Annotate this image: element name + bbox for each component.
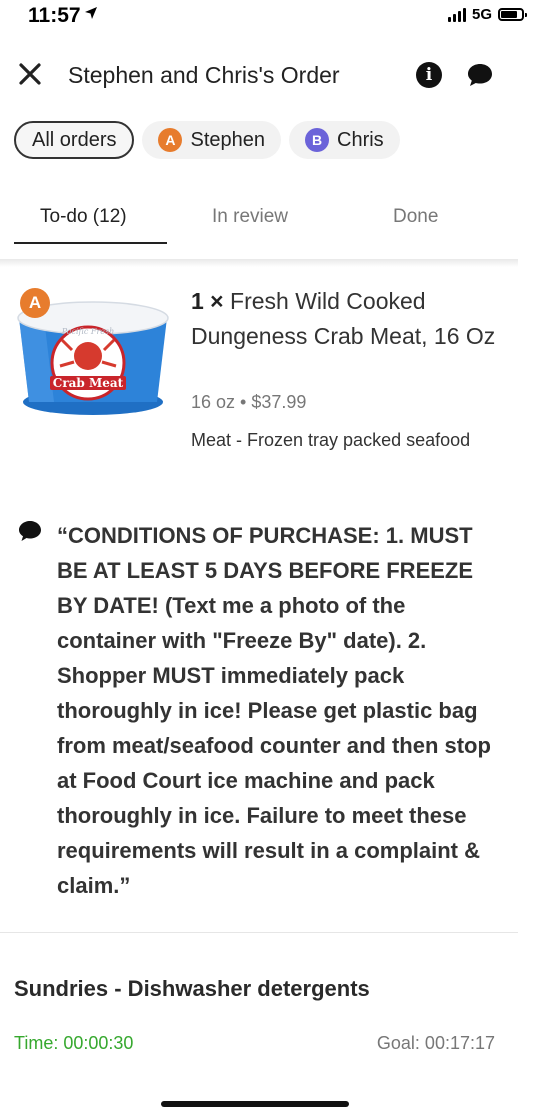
section-title: Sundries - Dishwasher detergents (14, 976, 370, 1001)
tab-to-do[interactable]: To-do (12) (40, 206, 127, 228)
active-tab-indicator (14, 242, 167, 244)
filter-label: All orders (32, 128, 117, 151)
item-size-price: 16 oz • $37.99 (191, 392, 307, 412)
filter-chris[interactable]: B Chris (289, 121, 400, 159)
page-title: Stephen and Chris's Order (68, 62, 340, 88)
shopper-filter-bar: All orders A Stephen B Chris (14, 121, 400, 161)
chat-icon[interactable] (466, 62, 494, 88)
home-indicator[interactable] (161, 1101, 349, 1107)
customer-note: “CONDITIONS OF PURCHASE: 1. MUST BE AT L… (57, 523, 491, 898)
item-category: Meat - Frozen tray packed seafood (191, 430, 471, 450)
product-image-label: Crab Meat (53, 376, 124, 390)
shopper-badge-a: A (20, 288, 50, 318)
info-icon[interactable]: i (416, 62, 442, 88)
comment-icon (19, 521, 41, 541)
item-name: Fresh Wild Cooked Dungeness Crab Meat, 1… (191, 288, 496, 349)
filter-all-orders[interactable]: All orders (14, 121, 135, 159)
item-title: 1 × Fresh Wild Cooked Dungeness Crab Mea… (191, 284, 501, 354)
avatar: B (305, 128, 329, 152)
location-arrow-icon (85, 7, 97, 19)
elapsed-timer: Time: 00:00:30 (14, 1033, 134, 1053)
close-icon[interactable] (16, 60, 44, 88)
status-indicators: 5G (447, 6, 492, 23)
avatar: A (158, 128, 183, 152)
signal-icon (447, 7, 466, 22)
filter-label: Stephen (190, 128, 265, 151)
item-quantity: 1 × (191, 288, 224, 314)
network-type: 5G (471, 6, 492, 23)
product-image-brand: Pacific Fresh (61, 327, 115, 336)
status-bar: 11:57 5G (0, 0, 544, 34)
tab-in-review[interactable]: In review (212, 206, 288, 228)
tab-done[interactable]: Done (393, 206, 438, 228)
battery-icon (498, 8, 527, 21)
filter-stephen[interactable]: A Stephen (142, 121, 281, 159)
tab-divider (0, 259, 518, 267)
filter-label: Chris (337, 128, 384, 151)
order-tabs: To-do (12) In review Done (0, 196, 518, 246)
order-header: Stephen and Chris's Order i (0, 52, 544, 100)
section-divider (0, 932, 518, 933)
goal-time: Goal: 00:17:17 (376, 1033, 495, 1053)
status-time: 11:57 (28, 4, 81, 27)
